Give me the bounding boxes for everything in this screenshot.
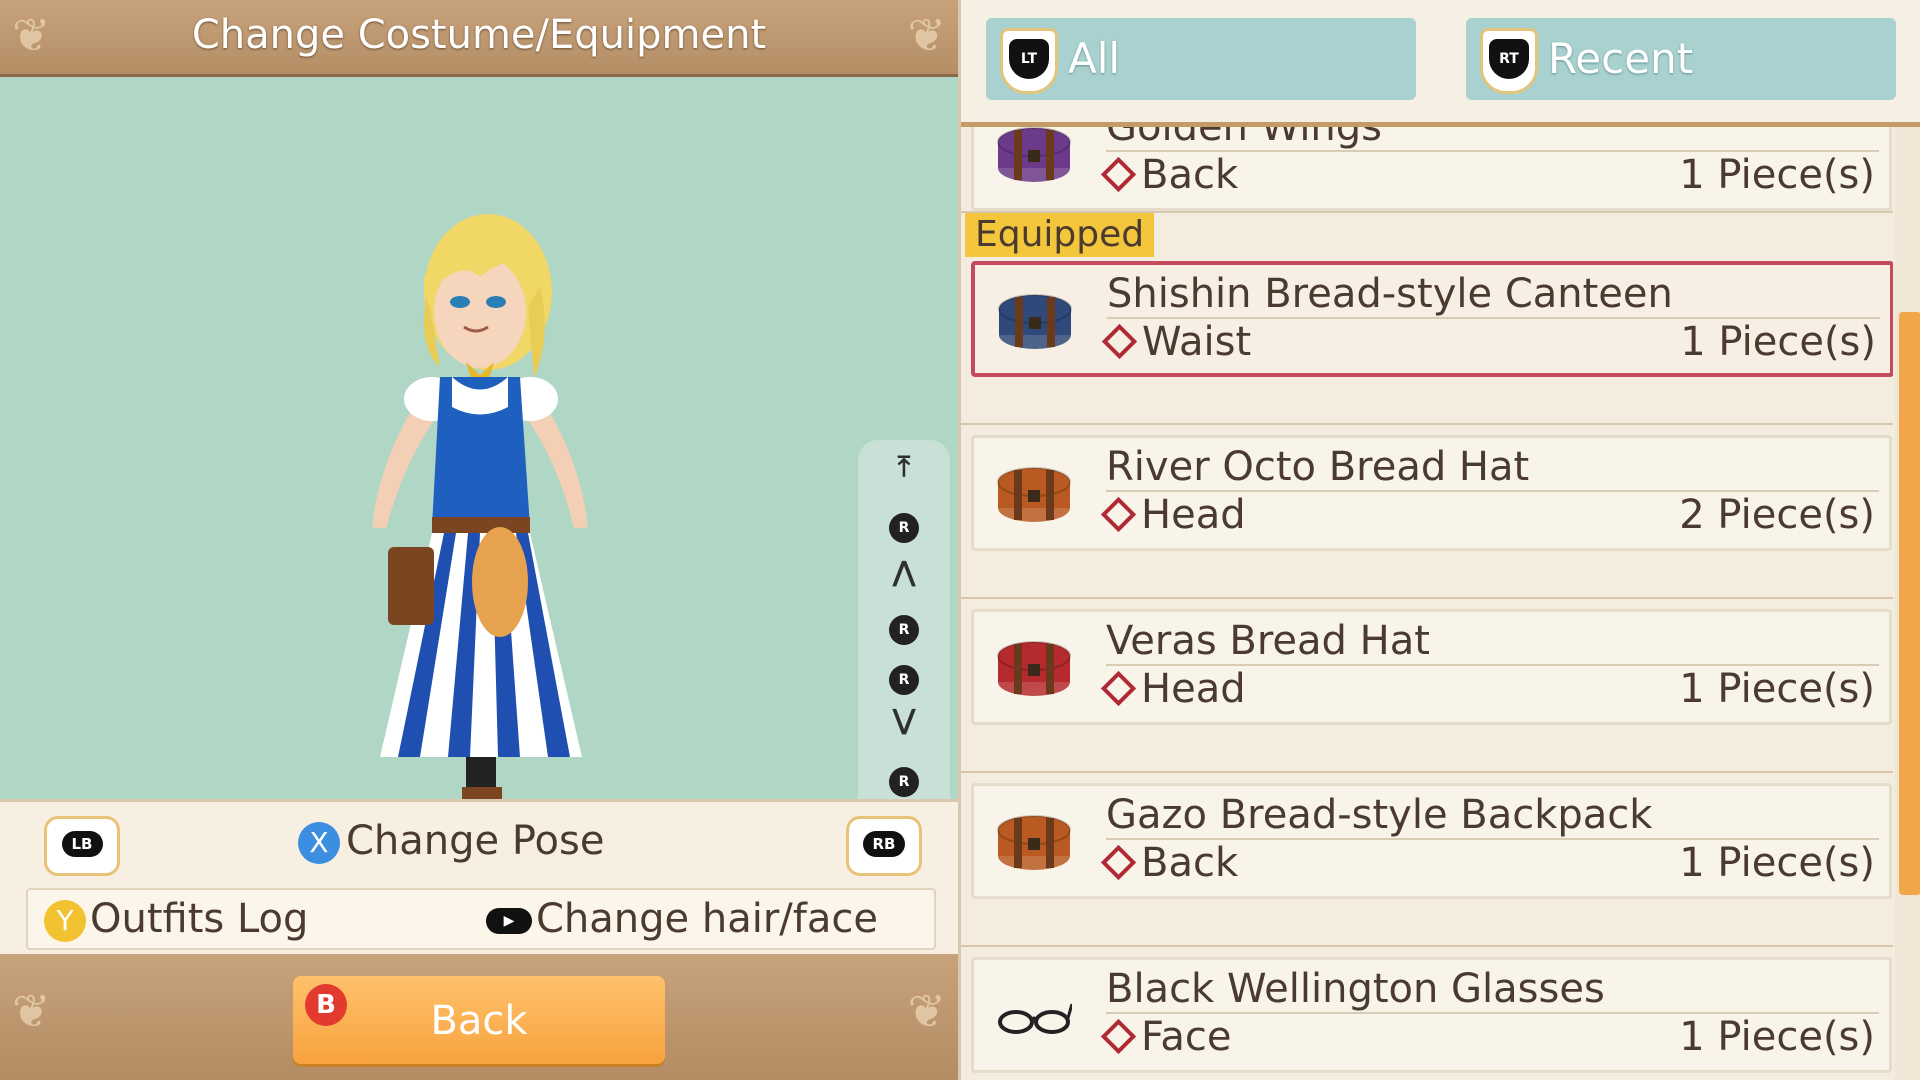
pose-stick-down-icon[interactable]: R <box>858 760 950 797</box>
tab-bar: LT All RT Recent <box>961 0 1920 127</box>
item-case-icon <box>996 460 1072 524</box>
right-stick-icon: ▶ <box>486 908 532 934</box>
ornament-right-icon: ❦ <box>907 8 946 62</box>
x-button-icon: X <box>298 822 340 864</box>
tab-recent[interactable]: RT Recent <box>1466 18 1896 100</box>
item-case-icon <box>996 808 1072 872</box>
pose-stick-right-icon[interactable]: R <box>858 658 950 695</box>
list-item[interactable]: Golden Wings Back 1 Piece(s) <box>971 127 1892 211</box>
change-hair-face-button[interactable]: ▶ Change hair/face <box>486 896 878 942</box>
slot-diamond-icon <box>1100 156 1137 192</box>
y-button-icon: Y <box>44 900 86 942</box>
item-case-icon <box>996 127 1072 184</box>
secondary-actions: Y Outfits Log ▶ Change hair/face <box>26 888 936 950</box>
title-bar: ❦ Change Costume/Equipment ❦ <box>0 0 958 77</box>
scroll-top-icon[interactable]: ⤒ <box>858 450 950 484</box>
pose-stick-left-icon[interactable]: R <box>858 608 950 645</box>
equipped-tag: Equipped <box>965 213 1155 257</box>
lt-button-icon: LT <box>1000 28 1058 94</box>
list-item[interactable]: Black Wellington Glasses Face 1 Piece(s) <box>971 957 1892 1073</box>
rb-button[interactable]: RB <box>846 816 922 876</box>
slot-diamond-icon <box>1100 1018 1137 1054</box>
page-title: Change Costume/Equipment <box>191 12 767 58</box>
lb-button[interactable]: LB <box>44 816 120 876</box>
glasses-icon <box>996 982 1072 1046</box>
pose-page-up-icon[interactable]: ⋀ <box>858 555 950 588</box>
character-preview[interactable]: ⤒ R ⋀ R R ⋁ R ⤓ <box>0 77 958 870</box>
footer-bar: ❦ B Back ❦ <box>0 954 958 1080</box>
rt-button-icon: RT <box>1480 28 1538 94</box>
equipment-list[interactable]: Golden Wings Back 1 Piece(s) Equipped Sh… <box>961 127 1893 1080</box>
list-item[interactable]: Veras Bread Hat Head 1 Piece(s) <box>971 609 1892 725</box>
equipment-panel: LT All RT Recent Golden Wings Back 1 Pie… <box>958 0 1920 1080</box>
list-item[interactable]: Gazo Bread-style Backpack Back 1 Piece(s… <box>971 783 1892 899</box>
outfits-log-button[interactable]: Y Outfits Log <box>44 896 308 942</box>
tab-all[interactable]: LT All <box>986 18 1416 100</box>
back-button[interactable]: B Back <box>293 976 665 1064</box>
slot-diamond-icon <box>1100 844 1137 880</box>
slot-diamond-icon <box>1100 496 1137 532</box>
ornament-bottom-left-icon: ❦ <box>12 984 51 1038</box>
item-case-icon <box>997 287 1073 351</box>
list-item[interactable]: River Octo Bread Hat Head 2 Piece(s) <box>971 435 1892 551</box>
ornament-bottom-right-icon: ❦ <box>907 984 946 1038</box>
scrollbar[interactable] <box>1895 127 1920 1080</box>
character-avatar <box>372 214 588 799</box>
pose-page-down-icon[interactable]: ⋁ <box>858 703 950 736</box>
slot-diamond-icon <box>1100 670 1137 706</box>
slot-diamond-icon <box>1101 323 1138 359</box>
pose-stick-up-icon[interactable]: R <box>858 506 950 543</box>
controls-bar: LB X Change Pose RB Y Outfits Log ▶ Change … <box>0 799 958 957</box>
item-case-icon <box>996 634 1072 698</box>
list-item-selected[interactable]: Shishin Bread-style Canteen Waist 1 Piec… <box>971 261 1893 377</box>
preview-panel: ❦ Change Costume/Equipment ❦ ⤒ R ⋀ R R ⋁… <box>0 0 958 1080</box>
scrollbar-thumb[interactable] <box>1899 312 1920 895</box>
change-pose-button[interactable]: X Change Pose <box>298 818 604 864</box>
